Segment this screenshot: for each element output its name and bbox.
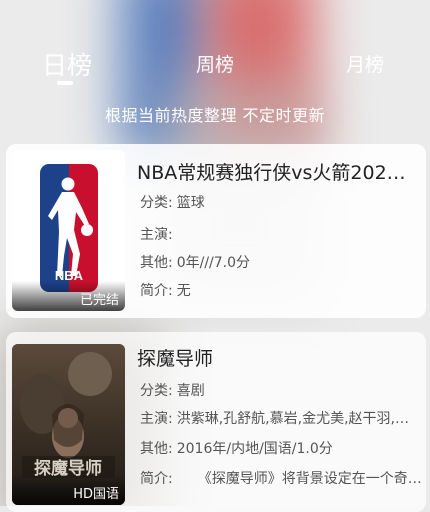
cast-row: 主演: 洪紫琳,孔舒航,慕岩,金尤美,赵干羽,吴倩 (140, 408, 422, 428)
field-label: 其他: (140, 441, 173, 457)
field-label: 主演: (140, 227, 173, 243)
category-row: 分类: 篮球 (140, 192, 422, 212)
field-value: 无 (176, 283, 191, 299)
category-row: 分类: 喜剧 (140, 380, 422, 400)
field-value: 0年///7.0分 (176, 255, 251, 271)
field-label: 分类: (140, 195, 173, 211)
field-value: 篮球 (176, 195, 205, 211)
item-title: NBA常规赛独行侠vs火箭20250318 (137, 162, 417, 184)
tab-weekly[interactable]: 周榜 (196, 50, 234, 77)
status-badge: 已完结 (12, 281, 125, 311)
synopsis-row: 简介: 《探魔导师》将背景设定在一个奇幻世界 (140, 468, 422, 488)
quality-badge: HD国语 (12, 475, 125, 505)
other-row: 其他: 2016年/内地/国语/1.0分 (140, 438, 422, 458)
field-label: 简介: (140, 471, 173, 487)
item-title: 探魔导师 (137, 348, 214, 370)
other-row: 其他: 0年///7.0分 (140, 252, 422, 272)
field-value: 2016年/内地/国语/1.0分 (176, 441, 333, 457)
field-value: 《探魔导师》将背景设定在一个奇幻世界 (204, 471, 422, 487)
field-label: 分类: (140, 383, 173, 399)
cast-row: 主演: (140, 224, 422, 244)
list-item[interactable]: 探魔导师 HD国语 探魔导师 分类: 喜剧 主演: 洪紫琳,孔舒航,慕岩,金尤美,赵… (6, 332, 426, 512)
poster-image[interactable]: 探魔导师 HD国语 (12, 344, 125, 505)
tab-monthly[interactable]: 月榜 (346, 50, 384, 77)
field-label: 主演: (140, 411, 173, 427)
field-value: 洪紫琳,孔舒航,慕岩,金尤美,赵干羽,吴倩 (176, 411, 422, 427)
poster-image[interactable]: NBA 已完结 (12, 150, 125, 311)
tab-daily[interactable]: 日榜 (42, 46, 92, 82)
field-label: 其他: (140, 255, 173, 271)
synopsis-row: 简介: 无 (140, 280, 422, 300)
field-label: 简介: (140, 283, 173, 299)
field-value: 喜剧 (176, 383, 205, 399)
list-item[interactable]: NBA 已完结 NBA常规赛独行侠vs火箭20250318 分类: 篮球 主演: … (6, 144, 426, 318)
ranking-subtitle: 根据当前热度整理 不定时更新 (104, 106, 326, 125)
active-tab-indicator (57, 81, 73, 85)
ranking-tabs: 日榜 周榜 月榜 (0, 40, 430, 100)
